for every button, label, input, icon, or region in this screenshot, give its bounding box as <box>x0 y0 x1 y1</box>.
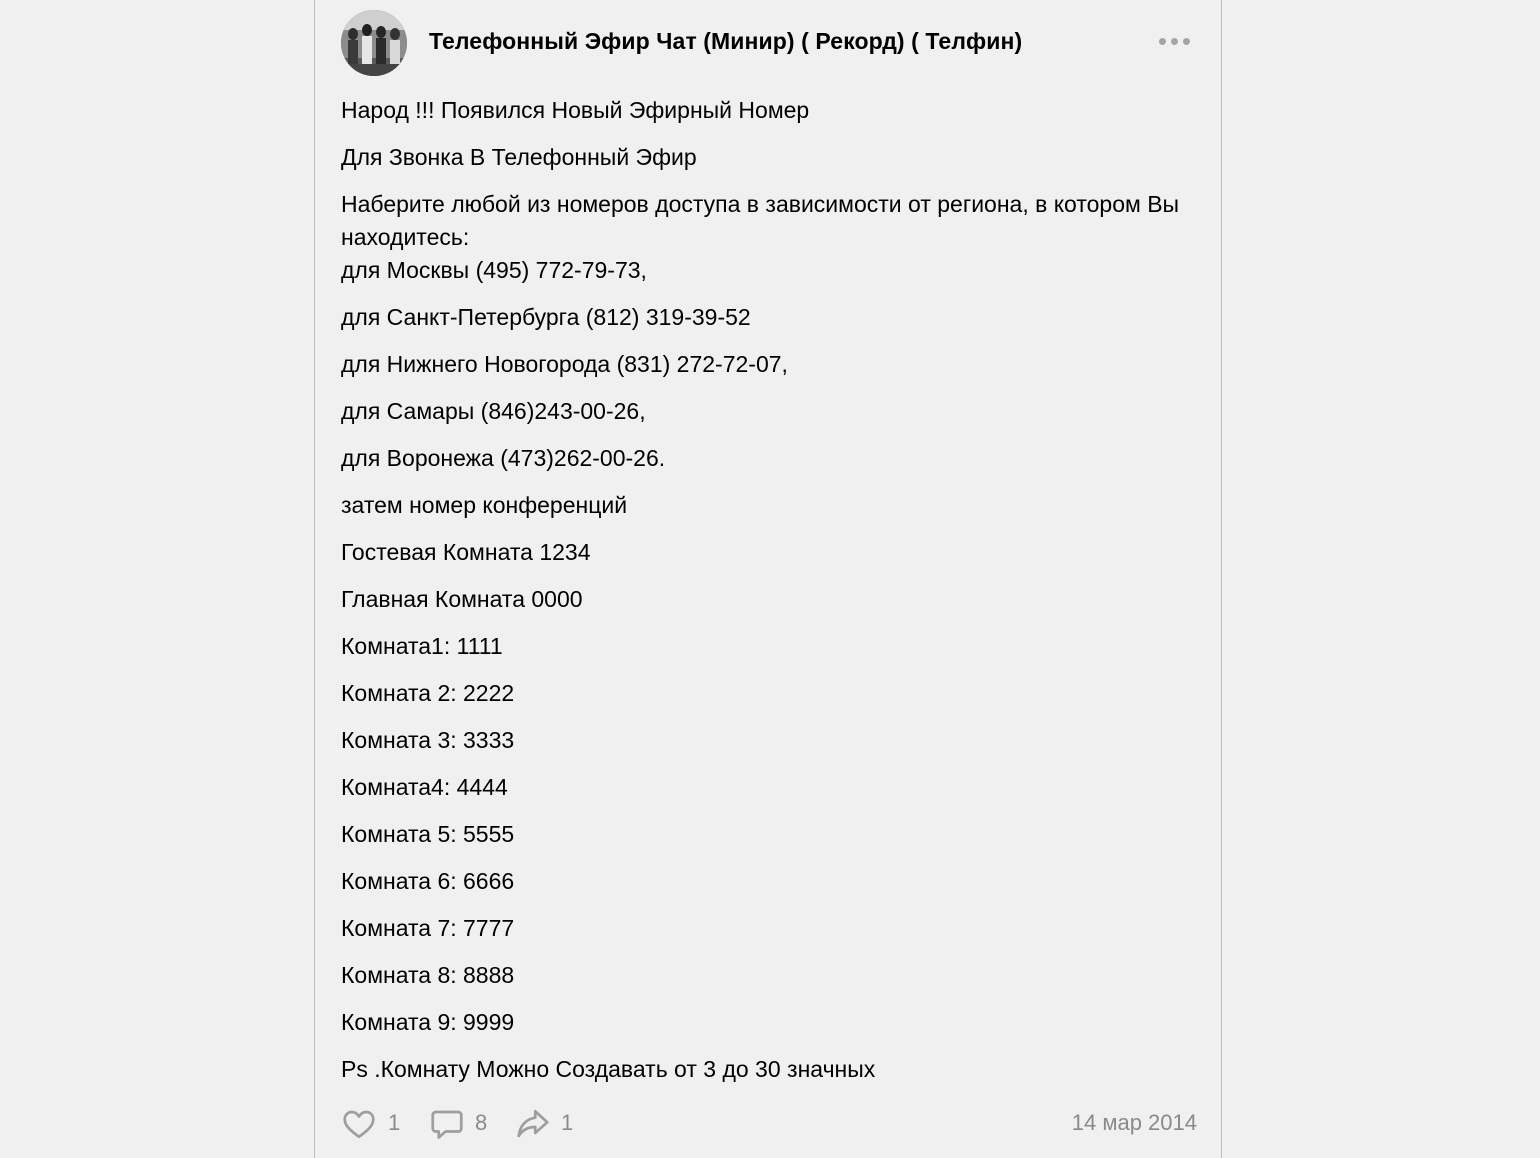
post-paragraph: Ps .Комнату Можно Создавать от 3 до 30 з… <box>341 1056 876 1082</box>
post-paragraph: Комната1: 1111 <box>341 633 503 659</box>
post-paragraph: Комната 8: 8888 <box>341 962 515 988</box>
post-paragraph: Народ !!! Появился Новый Эфирный Номер <box>341 97 810 123</box>
post-card: Телефонный Эфир Чат (Минир) ( Рекорд) ( … <box>314 0 1222 1158</box>
share-arrow-icon <box>517 1109 549 1138</box>
avatar-image <box>341 10 407 76</box>
share-count: 1 <box>561 1110 574 1135</box>
post-paragraph: Главная Комната 0000 <box>341 586 583 612</box>
post-footer: 1 8 1 14 мар 2014 <box>341 1104 1197 1144</box>
like-count: 1 <box>388 1110 401 1135</box>
post-paragraph: для Самары (846)243-00-26, <box>341 398 646 424</box>
post-paragraph: Комната 5: 5555 <box>341 821 515 847</box>
author-name[interactable]: Телефонный Эфир Чат (Минир) ( Рекорд) ( … <box>429 28 1022 55</box>
post-paragraph: для Москвы (495) 772-79-73, <box>341 257 647 283</box>
like-button[interactable]: 1 <box>341 1104 403 1144</box>
heart-icon <box>343 1110 375 1139</box>
comment-button[interactable]: 8 <box>429 1104 491 1144</box>
post-paragraph: Комната 2: 2222 <box>341 680 515 706</box>
post-paragraph: Гостевая Комната 1234 <box>341 539 591 565</box>
post-paragraph: Комната 7: 7777 <box>341 915 515 941</box>
share-button[interactable]: 1 <box>515 1104 577 1144</box>
post-date[interactable]: 14 мар 2014 <box>1072 1110 1197 1136</box>
post-text: Народ !!! Появился Новый Эфирный Номер Д… <box>341 94 1201 1100</box>
author-avatar[interactable] <box>341 10 407 76</box>
post-paragraph: для Санкт-Петербурга (812) 319-39-52 <box>341 304 751 330</box>
post-paragraph: Комната 3: 3333 <box>341 727 515 753</box>
post-paragraph: Комната 6: 6666 <box>341 868 515 894</box>
post-paragraph: Комната4: 4444 <box>341 774 508 800</box>
post-paragraph: затем номер конференций <box>341 492 628 518</box>
post-paragraph: Для Звонка В Телефонный Эфир <box>341 144 697 170</box>
post-paragraph: для Нижнего Новогорода (831) 272-72-07, <box>341 351 788 377</box>
post-header: Телефонный Эфир Чат (Минир) ( Рекорд) ( … <box>341 10 1195 76</box>
post-paragraph: Комната 9: 9999 <box>341 1009 515 1035</box>
comment-count: 8 <box>475 1110 488 1135</box>
post-paragraph: Наберите любой из номеров доступа в зави… <box>341 191 1180 250</box>
more-horizontal-icon[interactable] <box>1159 35 1191 47</box>
post-paragraph: для Воронежа (473)262-00-26. <box>341 445 666 471</box>
comment-bubble-icon <box>431 1110 463 1139</box>
